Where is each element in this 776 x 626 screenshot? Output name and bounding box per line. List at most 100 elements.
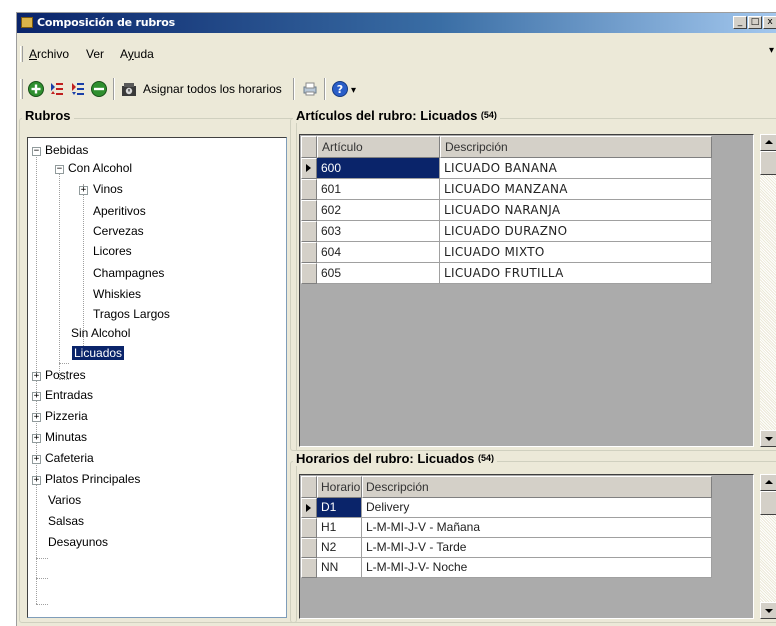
menu-bar: Archivo Ver Ayuda ▾ (17, 43, 776, 65)
maximize-button[interactable]: □ (748, 16, 762, 29)
column-header-descripcion[interactable]: Descripción (440, 136, 712, 158)
tree-node-bebidas[interactable]: Bebidas (45, 143, 88, 158)
cell-articulo[interactable]: 601 (317, 179, 440, 200)
minimize-button[interactable]: _ (733, 16, 747, 29)
tree-node-salsas[interactable]: Salsas (48, 514, 84, 529)
row-indicator[interactable] (301, 158, 317, 179)
tree-node-tragos-largos[interactable]: Tragos Largos (93, 307, 170, 322)
tree-node-postres[interactable]: Postres (45, 368, 86, 383)
scroll-thumb[interactable] (760, 151, 776, 175)
row-indicator[interactable] (301, 538, 317, 558)
row-indicator[interactable] (301, 498, 317, 518)
grid-corner (301, 136, 317, 158)
expand-icon[interactable]: + (32, 434, 41, 443)
scroll-track[interactable] (760, 175, 776, 430)
rubros-tree[interactable]: − Bebidas − Con Alcohol + Vinos Aperitiv… (27, 137, 287, 618)
row-indicator[interactable] (301, 558, 317, 578)
horarios-grid[interactable]: Horario Descripción D1 Delivery H1 L-M-M… (299, 474, 754, 619)
cell-horario[interactable]: NN (317, 558, 362, 578)
remove-button[interactable] (90, 80, 108, 98)
assign-schedules-button[interactable] (120, 80, 138, 98)
move-up-button[interactable] (48, 80, 66, 98)
move-down-button[interactable] (69, 80, 87, 98)
tree-node-varios[interactable]: Varios (48, 493, 81, 508)
tree-node-aperitivos[interactable]: Aperitivos (93, 204, 146, 219)
add-button[interactable] (27, 80, 45, 98)
toolbar-grip[interactable] (20, 79, 23, 99)
scroll-down-button[interactable] (760, 602, 776, 619)
scroll-up-button[interactable] (760, 474, 776, 491)
articulos-grid[interactable]: Artículo Descripción 600 LICUADO BANANA … (299, 134, 754, 447)
title-bar[interactable]: Composición de rubros _ □ x (17, 13, 776, 33)
column-header-articulo[interactable]: Artículo (317, 136, 440, 158)
menu-ayuda[interactable]: Ayuda (120, 47, 154, 61)
cell-articulo[interactable]: 605 (317, 263, 440, 284)
tree-node-cafeteria[interactable]: Cafeteria (45, 451, 94, 466)
cell-descripcion[interactable]: LICUADO DURAZNO (440, 221, 712, 242)
scroll-thumb[interactable] (760, 491, 776, 515)
scroll-track[interactable] (760, 515, 776, 602)
row-indicator[interactable] (301, 263, 317, 284)
cell-descripcion[interactable]: LICUADO MANZANA (440, 179, 712, 200)
cell-articulo[interactable]: 602 (317, 200, 440, 221)
cell-descripcion[interactable]: L-M-MI-J-V- Noche (362, 558, 712, 578)
print-button[interactable] (301, 80, 319, 98)
tree-node-licores[interactable]: Licores (93, 244, 132, 259)
expand-icon[interactable]: + (32, 476, 41, 485)
tree-node-minutas[interactable]: Minutas (45, 430, 87, 445)
expand-icon[interactable]: + (32, 372, 41, 381)
menu-ver[interactable]: Ver (86, 47, 104, 61)
scroll-up-button[interactable] (760, 134, 776, 151)
row-indicator[interactable] (301, 200, 317, 221)
row-indicator[interactable] (301, 242, 317, 263)
tree-node-platos-principales[interactable]: Platos Principales (45, 472, 140, 487)
column-header-descripcion[interactable]: Descripción (362, 476, 712, 498)
menu-archivo[interactable]: Archivo (29, 47, 69, 61)
menu-overflow-icon[interactable]: ▾ (769, 45, 774, 56)
tree-node-licuados[interactable]: Licuados (70, 345, 126, 361)
cell-descripcion[interactable]: LICUADO FRUTILLA (440, 263, 712, 284)
svg-text:?: ? (337, 83, 343, 96)
tree-node-entradas[interactable]: Entradas (45, 388, 93, 403)
cell-descripcion[interactable]: L-M-MI-J-V - Mañana (362, 518, 712, 538)
cell-descripcion[interactable]: LICUADO BANANA (440, 158, 712, 179)
tree-node-con-alcohol[interactable]: Con Alcohol (68, 161, 132, 176)
horarios-scrollbar[interactable] (760, 474, 776, 619)
scroll-down-button[interactable] (760, 430, 776, 447)
cell-articulo[interactable]: 600 (317, 158, 440, 179)
cell-descripcion[interactable]: LICUADO NARANJA (440, 200, 712, 221)
row-indicator[interactable] (301, 518, 317, 538)
column-header-horario[interactable]: Horario (317, 476, 362, 498)
row-indicator[interactable] (301, 221, 317, 242)
cell-descripcion[interactable]: Delivery (362, 498, 712, 518)
cell-articulo[interactable]: 603 (317, 221, 440, 242)
collapse-icon[interactable]: − (55, 165, 64, 174)
cell-horario[interactable]: D1 (317, 498, 362, 518)
assign-schedules-label[interactable]: Asignar todos los horarios (143, 82, 282, 96)
toolbar-separator-3 (324, 78, 326, 100)
tree-node-cervezas[interactable]: Cervezas (93, 224, 144, 239)
tree-node-whiskies[interactable]: Whiskies (93, 287, 141, 302)
expand-icon[interactable]: + (79, 186, 88, 195)
expand-icon[interactable]: + (32, 392, 41, 401)
cell-descripcion[interactable]: LICUADO MIXTO (440, 242, 712, 263)
help-dropdown-icon[interactable]: ▾ (351, 85, 356, 96)
expand-icon[interactable]: + (32, 455, 41, 464)
app-icon (21, 17, 33, 28)
tree-node-desayunos[interactable]: Desayunos (48, 535, 108, 550)
expand-icon[interactable]: + (32, 413, 41, 422)
tree-node-pizzeria[interactable]: Pizzeria (45, 409, 88, 424)
cell-horario[interactable]: N2 (317, 538, 362, 558)
tree-node-sin-alcohol[interactable]: Sin Alcohol (71, 326, 130, 341)
menubar-grip[interactable] (20, 46, 23, 62)
close-button[interactable]: x (763, 16, 776, 29)
row-indicator[interactable] (301, 179, 317, 200)
cell-descripcion[interactable]: L-M-MI-J-V - Tarde (362, 538, 712, 558)
collapse-icon[interactable]: − (32, 147, 41, 156)
articulos-scrollbar[interactable] (760, 134, 776, 447)
help-button[interactable]: ? (331, 80, 349, 98)
tree-node-champagnes[interactable]: Champagnes (93, 266, 164, 281)
cell-articulo[interactable]: 604 (317, 242, 440, 263)
cell-horario[interactable]: H1 (317, 518, 362, 538)
tree-node-vinos[interactable]: Vinos (93, 182, 123, 197)
